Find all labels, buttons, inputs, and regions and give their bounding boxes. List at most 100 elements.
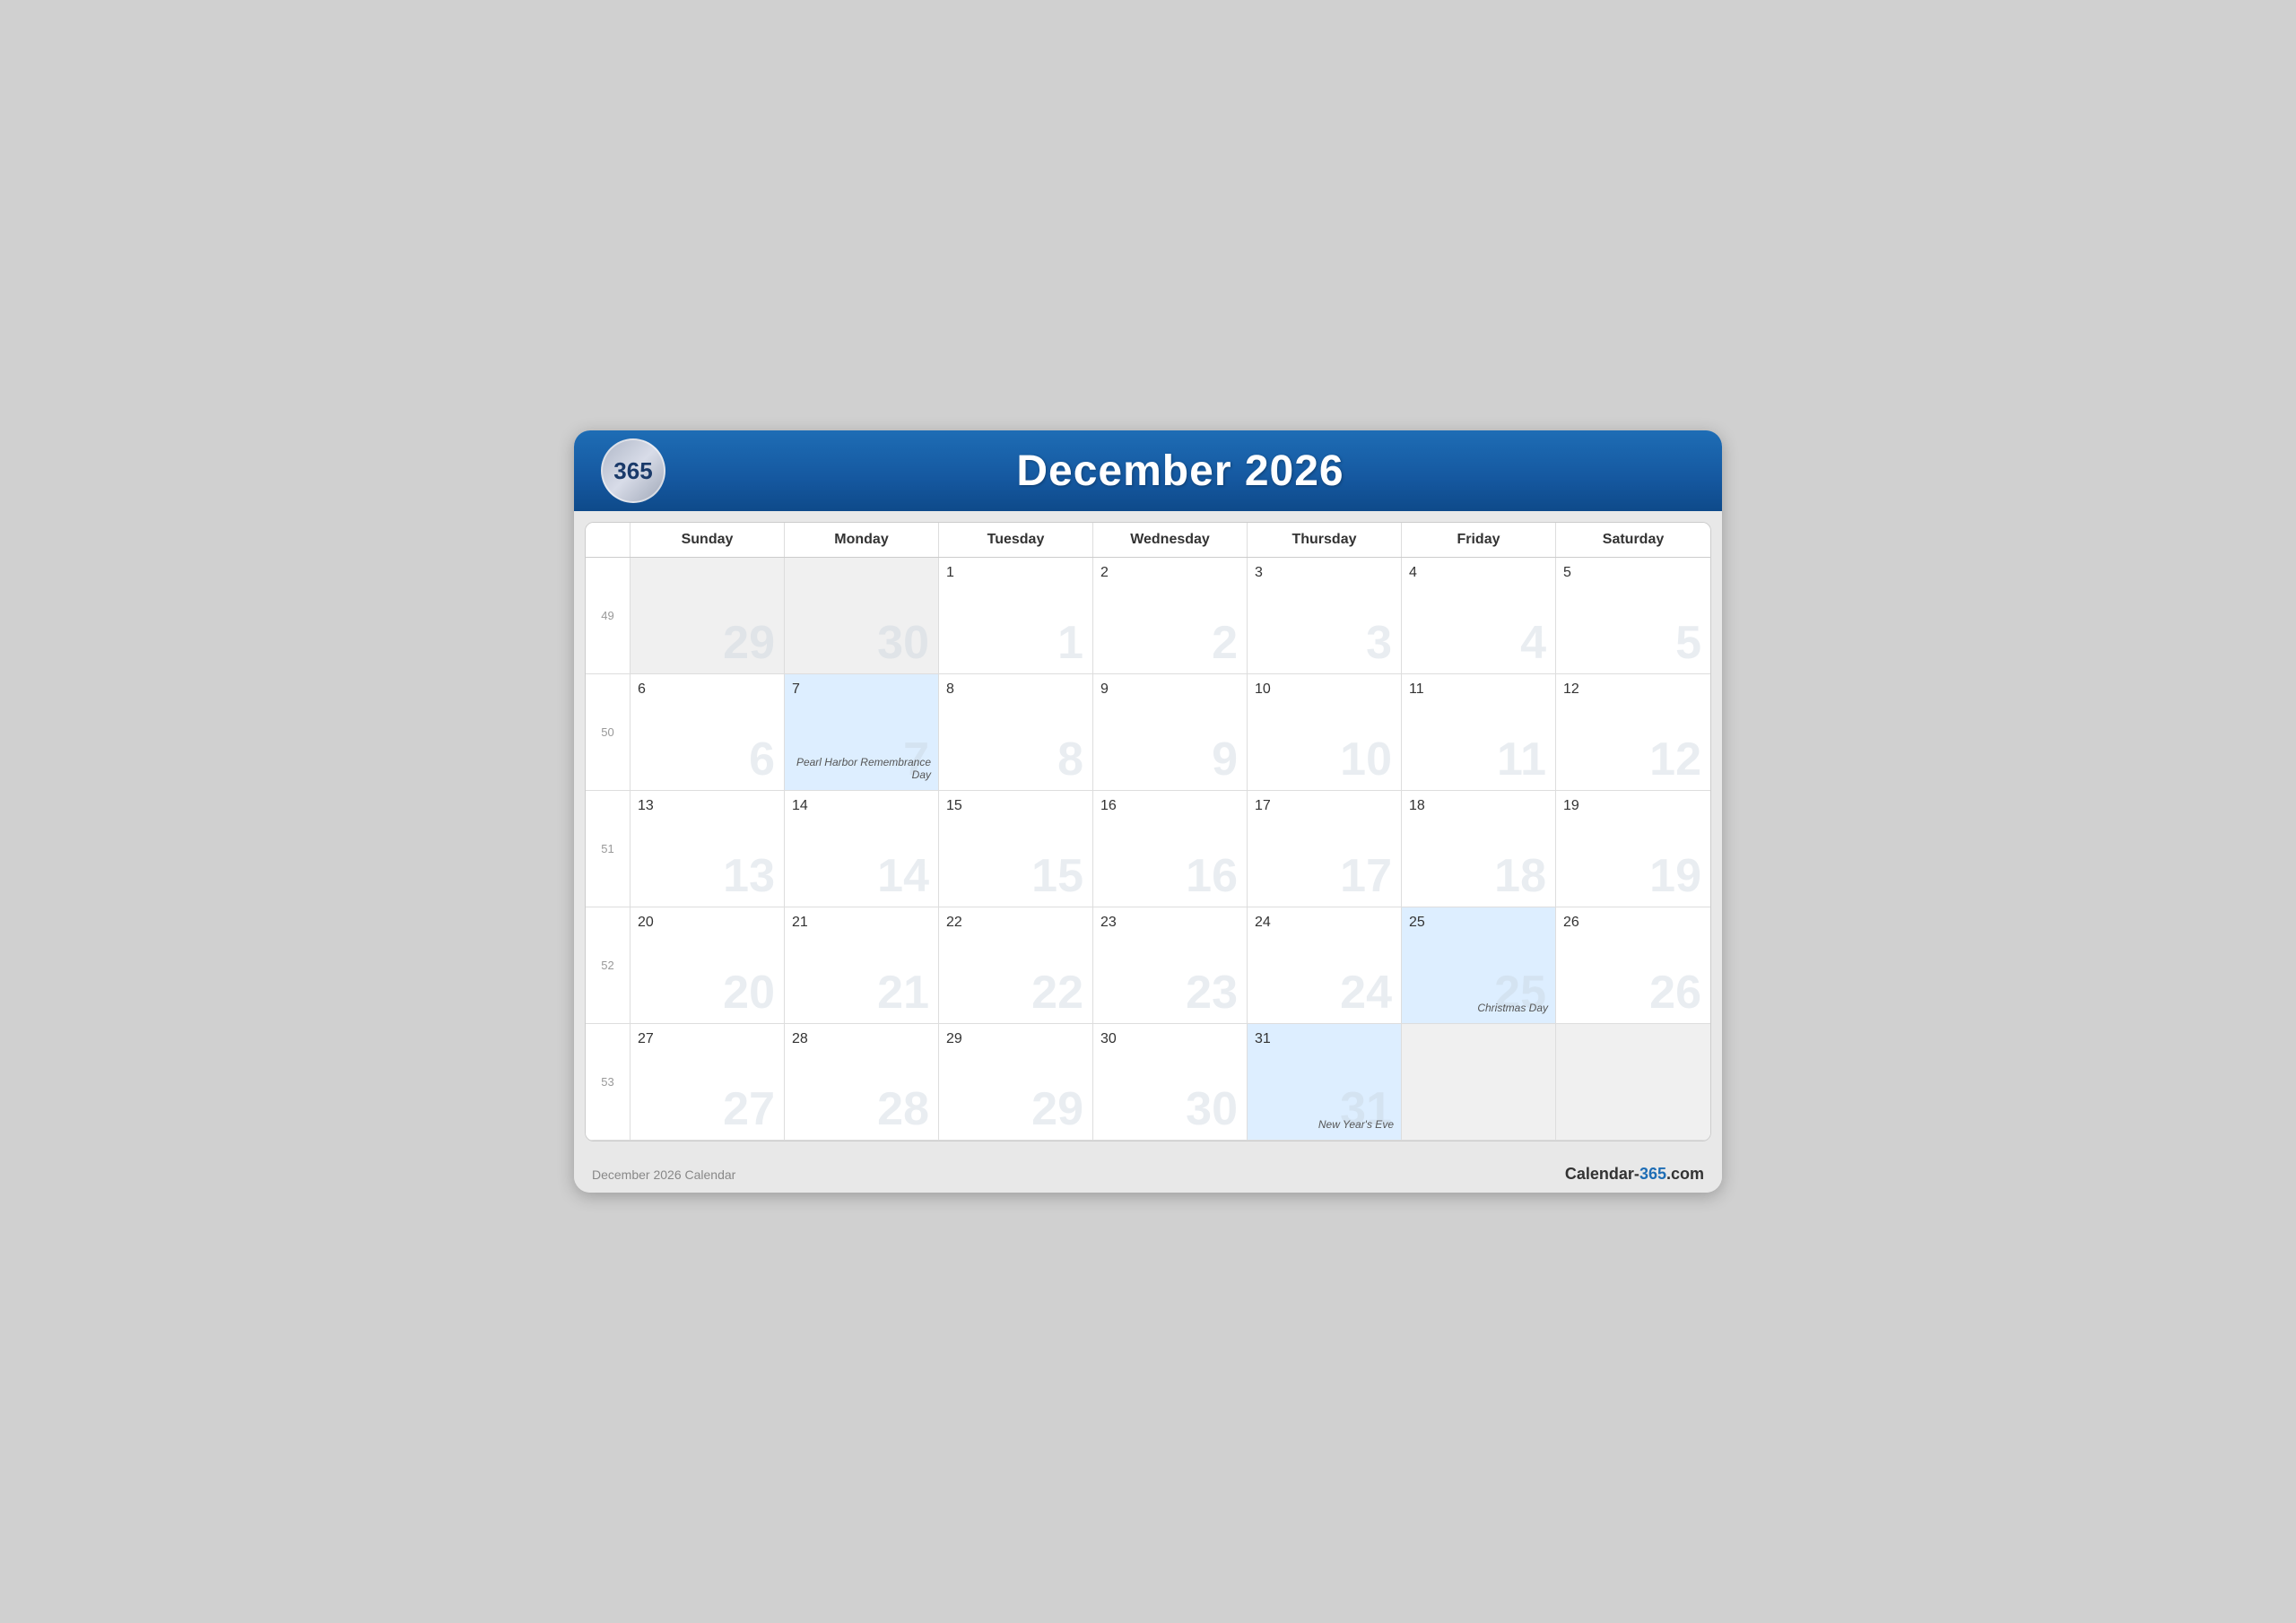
week-number-49: 49 [586,558,631,674]
day-cell-28[interactable]: 2828 [785,1024,939,1141]
day-number: 2 [1100,565,1239,581]
day-cell-23[interactable]: 2323 [1093,907,1248,1024]
day-number: 22 [946,915,1085,931]
day-cell-20[interactable]: 2020 [631,907,785,1024]
day-cell-6[interactable]: 66 [631,674,785,791]
calendar-grid: 4929301122334455506677Pearl Harbor Remem… [586,558,1710,1141]
day-watermark: 12 [1649,736,1701,783]
day-number: 20 [638,915,777,931]
day-cell-14[interactable]: 14 14 [785,791,939,907]
footer-365: 365 [1639,1165,1666,1183]
day-watermark: 13 [723,853,775,899]
day-cell-17[interactable]: 1717 [1248,791,1402,907]
day-cell-5[interactable]: 55 [1556,558,1710,674]
day-cell-25[interactable]: 2525Christmas Day [1402,907,1556,1024]
day-watermark: 26 [1649,969,1701,1016]
day-number: 4 [1409,565,1548,581]
day-watermark: 4 [1520,620,1546,666]
day-number: 1 [946,565,1085,581]
day-cell-9[interactable]: 99 [1093,674,1248,791]
day-watermark: 11 [1497,736,1546,783]
day-cell-24[interactable]: 2424 [1248,907,1402,1024]
day-cell-11[interactable]: 11 11 [1402,674,1556,791]
page-title: December 2026 [665,447,1695,496]
day-cell-18[interactable]: 1818 [1402,791,1556,907]
day-cell-29[interactable]: 29 29 [939,1024,1093,1141]
day-number: 30 [1100,1031,1239,1047]
week-number-51: 51 [586,791,631,907]
day-cell-27[interactable]: 2727 [631,1024,785,1141]
day-watermark: 3 [1366,620,1392,666]
day-cell-30[interactable]: 30 30 [1093,1024,1248,1141]
day-header-saturday: Saturday [1556,523,1710,557]
day-watermark: 8 [1057,736,1083,783]
day-cell-19[interactable]: 1919 [1556,791,1710,907]
day-cell-3[interactable]: 33 [1248,558,1402,674]
day-number: 19 [1563,798,1703,814]
calendar-body: SundayMondayTuesdayWednesdayThursdayFrid… [585,522,1711,1141]
day-watermark: 6 [749,736,775,783]
day-number: 26 [1563,915,1703,931]
calendar-header: 365 December 2026 [574,430,1722,511]
day-watermark: 17 [1340,853,1392,899]
day-watermark: 29 [1031,1086,1083,1133]
day-cell-1[interactable]: 11 [939,558,1093,674]
day-header-wednesday: Wednesday [1093,523,1248,557]
day-cell-8[interactable]: 88 [939,674,1093,791]
day-watermark: 29 [723,620,775,666]
day-number: 29 [946,1031,1085,1047]
day-watermark: 16 [1186,853,1238,899]
day-watermark: 30 [1186,1086,1238,1133]
day-number: 25 [1409,915,1548,931]
day-cell-12[interactable]: 12 12 [1556,674,1710,791]
week-number-53: 53 [586,1024,631,1141]
day-number: 5 [1563,565,1703,581]
day-cell-empty[interactable] [1556,1024,1710,1141]
day-number: 9 [1100,681,1239,698]
day-number: 11 [1409,681,1548,698]
day-cell-empty[interactable]: 30 [785,558,939,674]
day-cell-21[interactable]: 2121 [785,907,939,1024]
holiday-label: Pearl Harbor Remembrance Day [792,756,931,781]
day-number: 15 [946,798,1085,814]
day-header-thursday: Thursday [1248,523,1402,557]
day-cell-4[interactable]: 44 [1402,558,1556,674]
day-watermark: 9 [1212,736,1238,783]
day-number: 13 [638,798,777,814]
day-number: 7 [792,681,931,698]
footer-brand-text: Calendar- [1565,1165,1639,1183]
day-cell-empty[interactable]: 29 [631,558,785,674]
day-number: 8 [946,681,1085,698]
page-footer: December 2026 Calendar Calendar-365.com [574,1152,1722,1193]
day-watermark: 20 [723,969,775,1016]
day-cell-13[interactable]: 13 13 [631,791,785,907]
day-cell-10[interactable]: 1010 [1248,674,1402,791]
day-watermark: 14 [877,853,929,899]
day-watermark: 2 [1212,620,1238,666]
day-cell-15[interactable]: 1515 [939,791,1093,907]
day-cell-7[interactable]: 77Pearl Harbor Remembrance Day [785,674,939,791]
day-watermark: 30 [877,620,929,666]
day-number: 6 [638,681,777,698]
day-number: 3 [1255,565,1394,581]
day-watermark: 23 [1186,969,1238,1016]
day-number: 12 [1563,681,1703,698]
day-cell-empty[interactable] [1402,1024,1556,1141]
day-header-tuesday: Tuesday [939,523,1093,557]
day-cell-31[interactable]: 3131New Year's Eve [1248,1024,1402,1141]
day-watermark: 27 [723,1086,775,1133]
holiday-label: New Year's Eve [1255,1118,1394,1131]
day-number: 14 [792,798,931,814]
day-watermark: 18 [1494,853,1546,899]
day-cell-26[interactable]: 26 26 [1556,907,1710,1024]
day-cell-16[interactable]: 1616 [1093,791,1248,907]
day-number: 18 [1409,798,1548,814]
day-number: 28 [792,1031,931,1047]
footer-dotcom: .com [1666,1165,1704,1183]
day-number: 10 [1255,681,1394,698]
day-number: 24 [1255,915,1394,931]
logo: 365 [601,438,665,503]
day-cell-2[interactable]: 22 [1093,558,1248,674]
day-number: 16 [1100,798,1239,814]
day-cell-22[interactable]: 2222 [939,907,1093,1024]
